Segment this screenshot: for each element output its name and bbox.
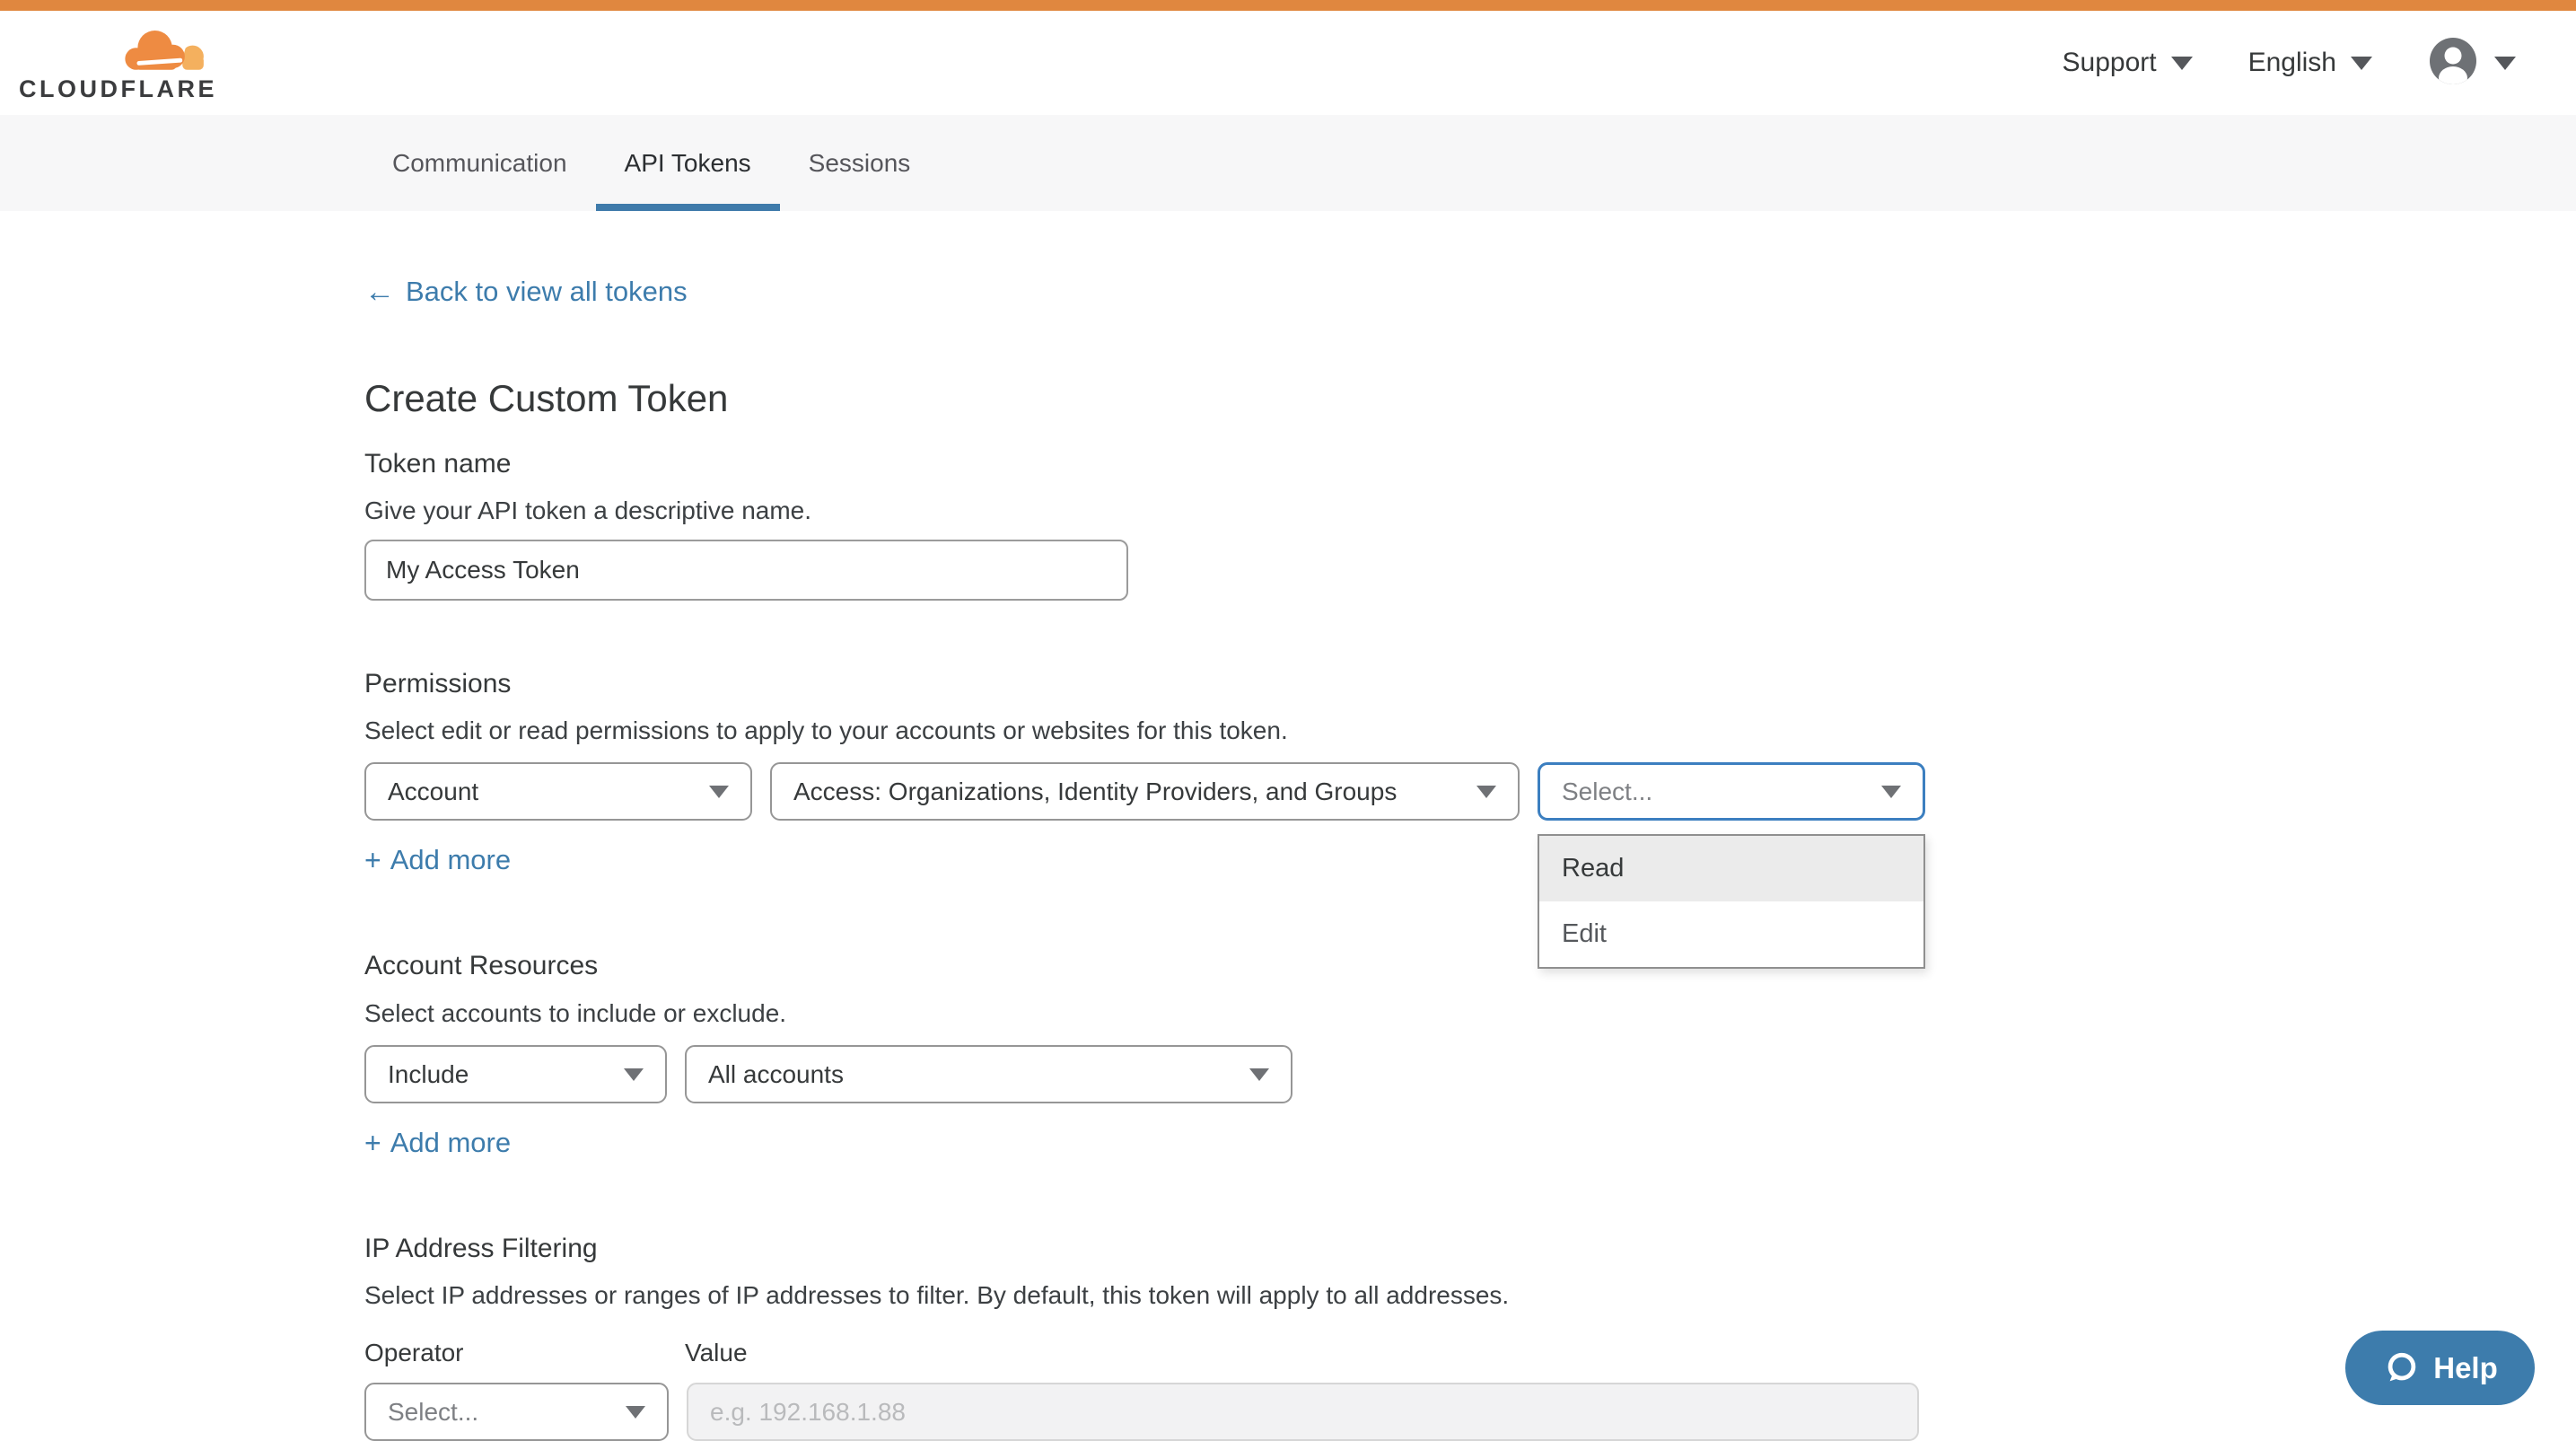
plus-icon: +: [364, 846, 381, 874]
main-content: ← Back to view all tokens Create Custom …: [0, 211, 2576, 1441]
brand-wordmark: CLOUDFLARE: [19, 77, 217, 101]
permissions-select-row: Account Access: Organizations, Identity …: [364, 762, 2576, 821]
chevron-down-icon: [1476, 786, 1496, 798]
token-name-heading: Token name: [364, 448, 2576, 480]
tab-communication[interactable]: Communication: [364, 115, 596, 211]
account-resources-heading: Account Resources: [364, 950, 2576, 982]
chevron-down-icon: [2351, 57, 2372, 70]
support-label: Support: [2063, 48, 2157, 78]
account-resources-add-more-link[interactable]: + Add more: [364, 1127, 511, 1159]
cloudflare-cloud-icon: [115, 25, 209, 74]
language-menu[interactable]: English: [2248, 48, 2372, 78]
token-name-description: Give your API token a descriptive name.: [364, 496, 2576, 526]
plus-icon: +: [364, 1129, 381, 1157]
ip-field-labels: Operator Value: [364, 1339, 2576, 1367]
permissions-heading: Permissions: [364, 668, 2576, 700]
language-label: English: [2248, 48, 2336, 78]
permission-resource-value: Access: Organizations, Identity Provider…: [793, 778, 1397, 806]
ip-operator-value: Select...: [388, 1398, 478, 1427]
account-mode-value: Include: [388, 1060, 469, 1089]
arrow-left-icon: ←: [364, 277, 395, 307]
chevron-down-icon: [709, 786, 729, 798]
permission-resource-select[interactable]: Access: Organizations, Identity Provider…: [770, 762, 1520, 821]
menu-option-read[interactable]: Read: [1539, 836, 1923, 901]
header: CLOUDFLARE Support English: [0, 11, 2576, 115]
tab-bar: Communication API Tokens Sessions: [0, 115, 2576, 211]
menu-option-edit[interactable]: Edit: [1539, 901, 1923, 967]
brand-accent-bar: [0, 0, 2576, 11]
help-button[interactable]: Help: [2345, 1331, 2535, 1405]
permission-level-value: Select...: [1562, 778, 1652, 806]
support-menu[interactable]: Support: [2063, 48, 2193, 78]
ip-filter-row: Select...: [364, 1383, 2576, 1441]
chevron-down-icon: [2171, 57, 2193, 70]
account-resources-select-row: Include All accounts: [364, 1045, 2576, 1103]
account-mode-select[interactable]: Include: [364, 1045, 667, 1103]
permission-level-select[interactable]: Select... Read Edit: [1538, 762, 1925, 821]
header-nav: Support English: [2063, 36, 2516, 91]
back-to-tokens-link[interactable]: ← Back to view all tokens: [364, 276, 688, 308]
tab-sessions[interactable]: Sessions: [780, 115, 940, 211]
chat-bubble-icon: [2382, 1349, 2420, 1387]
ip-value-input[interactable]: [687, 1383, 1919, 1441]
back-link-label: Back to view all tokens: [406, 276, 688, 308]
token-name-input[interactable]: [364, 540, 1128, 601]
tab-api-tokens[interactable]: API Tokens: [596, 115, 780, 211]
permissions-add-more-link[interactable]: + Add more: [364, 844, 511, 876]
chevron-down-icon: [2494, 57, 2516, 70]
permissions-description: Select edit or read permissions to apply…: [364, 716, 2576, 746]
permission-scope-value: Account: [388, 778, 478, 806]
chevron-down-icon: [1881, 786, 1901, 798]
chevron-down-icon: [1249, 1068, 1269, 1081]
operator-label: Operator: [364, 1339, 685, 1367]
permission-scope-select[interactable]: Account: [364, 762, 752, 821]
account-resources-description: Select accounts to include or exclude.: [364, 998, 2576, 1029]
chevron-down-icon: [624, 1068, 644, 1081]
help-button-label: Help: [2433, 1351, 2498, 1385]
accounts-value: All accounts: [708, 1060, 844, 1089]
account-menu[interactable]: [2428, 36, 2516, 91]
user-avatar-icon: [2428, 36, 2478, 91]
add-more-label: Add more: [390, 1127, 511, 1159]
value-label: Value: [685, 1339, 748, 1367]
ip-filtering-description: Select IP addresses or ranges of IP addr…: [364, 1280, 2576, 1311]
ip-filtering-heading: IP Address Filtering: [364, 1233, 2576, 1265]
accounts-select[interactable]: All accounts: [685, 1045, 1292, 1103]
add-more-label: Add more: [390, 844, 511, 876]
permission-level-menu: Read Edit: [1538, 834, 1925, 969]
page-title: Create Custom Token: [364, 376, 2576, 421]
ip-operator-select[interactable]: Select...: [364, 1383, 669, 1441]
chevron-down-icon: [626, 1406, 645, 1419]
cloudflare-logo[interactable]: CLOUDFLARE: [19, 25, 209, 101]
